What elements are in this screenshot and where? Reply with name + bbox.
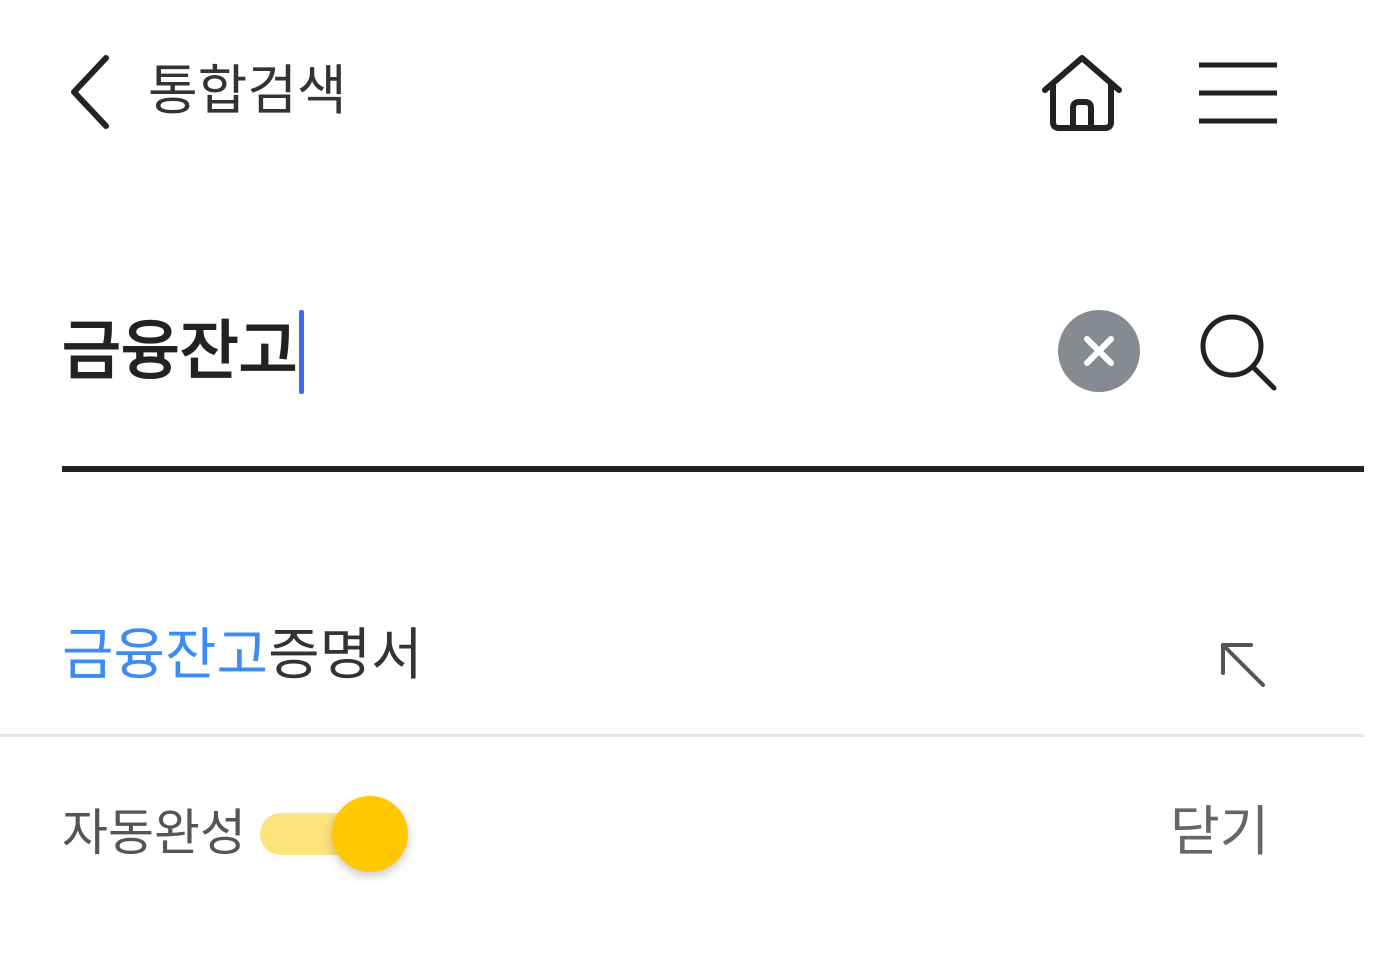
divider <box>0 734 1364 737</box>
chevron-left-icon <box>71 55 109 129</box>
page-title: 통합검색 <box>148 59 347 122</box>
search-input-value: 금융잔고 <box>62 315 298 389</box>
app-header: 통합검색 <box>0 0 1382 185</box>
arrow-up-left-icon <box>1221 643 1265 687</box>
autocomplete-footer: 자동완성 닫기 <box>0 740 1382 962</box>
close-button[interactable]: 닫기 <box>1170 796 1269 868</box>
home-icon <box>1042 55 1122 131</box>
clear-icon <box>1084 336 1114 366</box>
hamburger-menu-icon <box>1199 62 1277 124</box>
suggestion-item[interactable]: 금융잔고증명서 <box>0 590 1364 738</box>
fill-suggestion-button[interactable] <box>1206 628 1276 698</box>
suggestion-highlight: 금융잔고 <box>62 623 269 688</box>
clear-button[interactable] <box>1058 310 1140 392</box>
text-caret <box>298 310 304 394</box>
search-bar: 금융잔고 <box>62 290 1364 420</box>
search-underline <box>62 466 1364 472</box>
menu-button[interactable] <box>1188 48 1288 138</box>
home-button[interactable] <box>1032 48 1132 138</box>
search-input[interactable]: 금융잔고 <box>62 300 304 404</box>
toggle-knob <box>332 796 408 872</box>
suggestion-text: 금융잔고증명서 <box>62 620 423 692</box>
search-icon <box>1200 314 1277 391</box>
autocomplete-label: 자동완성 <box>62 804 246 862</box>
autocomplete-toggle[interactable] <box>260 796 410 872</box>
back-button[interactable] <box>58 50 122 134</box>
suggestion-remainder: 증명서 <box>268 623 423 688</box>
search-button[interactable] <box>1190 304 1286 400</box>
